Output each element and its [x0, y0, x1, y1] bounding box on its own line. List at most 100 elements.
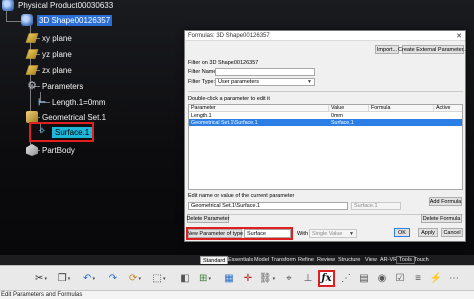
with-select[interactable]: Single Value ▼: [309, 229, 357, 238]
tree-node-label: zx plane: [42, 65, 72, 75]
copy-icon[interactable]: ❐ ▾: [55, 270, 73, 287]
dialog-title: Formulas: 3D Shape00126357: [188, 32, 270, 39]
reaction-icon[interactable]: ⚡: [428, 270, 444, 287]
tree-node-label: 3D Shape00126357: [37, 14, 113, 26]
with-label: With: [297, 231, 308, 237]
tab-review[interactable]: Review: [315, 256, 337, 264]
tree-node-3d-shape[interactable]: 3D Shape00126357: [21, 14, 113, 26]
tab-refine[interactable]: Refine: [296, 256, 316, 264]
with-value: Single Value: [312, 230, 343, 237]
select-icon[interactable]: ⬚ ▾: [150, 270, 168, 287]
filter-name-input[interactable]: [215, 68, 315, 76]
chevron-down-icon[interactable]: ▾: [273, 276, 276, 282]
status-text: Edit Parameters and Formulas: [1, 292, 83, 298]
table-row-selected[interactable]: Geometrical Set.1\Surface.1 Surface.1: [189, 119, 462, 126]
tab-touch[interactable]: Touch: [412, 256, 431, 264]
highlight-box: [186, 227, 293, 240]
cell-formula: [369, 119, 434, 126]
tree-node-label: Parameters: [42, 81, 84, 91]
tree-node-partbody[interactable]: PartBody: [26, 144, 75, 156]
tab-standard[interactable]: Standard: [200, 256, 229, 264]
chevron-down-icon[interactable]: ▾: [208, 276, 211, 282]
tree-node-zx-plane[interactable]: zx plane: [25, 64, 72, 76]
table-header: Parameter Value Formula Active: [189, 105, 462, 112]
ok-button[interactable]: OK: [394, 228, 410, 237]
undo-icon[interactable]: ↶ ▾: [80, 270, 98, 287]
compass-icon[interactable]: ✛: [239, 270, 257, 287]
chevron-down-icon[interactable]: ▾: [68, 276, 71, 282]
table-icon[interactable]: ▤: [356, 270, 372, 287]
delete-formula-button[interactable]: Delete Formula: [421, 214, 462, 223]
knowledge-icon[interactable]: ◉: [374, 270, 390, 287]
snap-icon[interactable]: ⊞ ▾: [196, 270, 214, 287]
cell-parameter: Length.1: [191, 112, 212, 119]
axis-icon[interactable]: ⊥: [300, 270, 316, 287]
physical-product-icon: [2, 0, 14, 11]
column-header-formula[interactable]: Formula: [369, 105, 434, 111]
chevron-down-icon[interactable]: ▾: [92, 276, 95, 282]
table-row[interactable]: Length.1 0mm: [189, 112, 462, 119]
chevron-down-icon: ▼: [349, 230, 354, 237]
tree-node-label: xy plane: [42, 33, 72, 43]
column-header-parameter[interactable]: Parameter: [189, 105, 329, 111]
column-header-value[interactable]: Value: [329, 105, 369, 111]
tree-node-xy-plane[interactable]: xy plane: [25, 32, 72, 44]
chevron-down-icon[interactable]: ▾: [163, 276, 166, 282]
tree-node-parameters[interactable]: ⚙ Parameters: [26, 80, 83, 92]
formulas-dialog: Formulas: 3D Shape00126357 ✕ Import... C…: [184, 30, 468, 242]
tree-node-label: yz plane: [42, 49, 72, 59]
more-icon[interactable]: ⋯: [446, 270, 462, 287]
filter-type-label: Filter Type:: [188, 79, 216, 85]
grid-icon[interactable]: ▦: [220, 270, 238, 287]
action-bar-tabs: Standard Essentials Model Transform Refi…: [0, 255, 474, 265]
dialog-titlebar[interactable]: Formulas: 3D Shape00126357 ✕: [185, 31, 465, 41]
edit-value-field[interactable]: Surface.1: [351, 202, 401, 210]
tab-view[interactable]: View: [363, 256, 379, 264]
tree-node-length-param[interactable]: ⊢ Length.1=0mm: [36, 96, 106, 108]
fx-formula-icon[interactable]: ƒx: [318, 270, 335, 287]
link-icon[interactable]: ⛓ ▾: [258, 270, 276, 287]
chevron-down-icon[interactable]: ▾: [138, 276, 141, 282]
chevron-down-icon[interactable]: ▾: [44, 276, 47, 282]
close-icon[interactable]: ✕: [456, 32, 462, 40]
import-button[interactable]: Import...: [375, 45, 399, 54]
tab-transform[interactable]: Transform: [269, 256, 298, 264]
tab-structure[interactable]: Structure: [336, 256, 362, 264]
check-icon[interactable]: ☑: [392, 270, 408, 287]
law-icon[interactable]: ⋰: [338, 270, 354, 287]
rule-icon[interactable]: ≡: [410, 270, 426, 287]
plane-icon: [25, 65, 39, 75]
measure-icon[interactable]: ◧: [176, 270, 194, 287]
plane-icon: [25, 33, 39, 43]
divider: [188, 91, 463, 92]
parameters-table[interactable]: Parameter Value Formula Active Length.1 …: [188, 104, 463, 190]
cell-active: [434, 119, 462, 126]
cancel-button[interactable]: Cancel: [441, 228, 463, 237]
cell-parameter: Geometrical Set.1\Surface.1: [191, 119, 258, 126]
parameter-icon: ⊢: [38, 97, 46, 107]
cut-icon[interactable]: ✂ ▾: [32, 270, 50, 287]
status-bar: Edit Parameters and Formulas: [0, 290, 474, 299]
tab-essentials[interactable]: Essentials: [226, 256, 255, 264]
tree-node-physical-product[interactable]: Physical Product00030633: [2, 0, 113, 11]
apply-button[interactable]: Apply: [418, 228, 438, 237]
filter-type-select[interactable]: User parameters ▼: [215, 78, 315, 86]
constraint-icon[interactable]: ⌖: [280, 270, 298, 287]
filter-on-label: Filter on 3D Shape00126357: [188, 60, 259, 66]
partbody-icon: [26, 144, 38, 156]
action-bar: ✂ ▾ ❐ ▾ ↶ ▾ ↷ ⟳ ▾ ⬚ ▾ ◧ ⊞ ▾ ▦ ✛ ⛓ ▾ ⌖ ⊥ ƒx ⋰ ▤ …: [0, 265, 474, 290]
redo-icon[interactable]: ↷: [104, 270, 122, 287]
tree-node-label: Length.1=0mm: [52, 97, 106, 107]
create-external-parameter-button[interactable]: Create External Parameter...: [398, 45, 468, 54]
cell-value: Surface.1: [331, 119, 354, 126]
update-icon[interactable]: ⟳ ▾: [126, 270, 144, 287]
highlight-box: [29, 122, 94, 142]
tree-node-label: PartBody: [42, 145, 75, 155]
delete-parameter-button[interactable]: Delete Parameter: [186, 214, 230, 223]
tree-node-yz-plane[interactable]: yz plane: [25, 48, 72, 60]
edit-name-field[interactable]: Geometrical Set.1\Surface.1: [188, 202, 348, 210]
edit-label: Edit name or value of the current parame…: [188, 193, 295, 199]
column-header-active[interactable]: Active: [434, 105, 462, 111]
plane-icon: [25, 49, 39, 59]
add-formula-button[interactable]: Add Formula: [429, 197, 462, 206]
